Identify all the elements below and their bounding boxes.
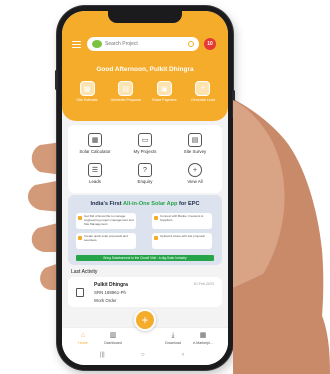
phone-volume-button	[55, 70, 58, 90]
grid-item-site-survey[interactable]: ▤ Site Survey	[172, 133, 218, 154]
greeting-text: Good Afternoon, Pulkit Dhingra	[96, 66, 194, 73]
search-input[interactable]	[105, 41, 185, 47]
header: 10 Good Afternoon, Pulkit Dhingra ▦ Site…	[62, 11, 228, 121]
quick-action-site-estimate[interactable]: ▦ Site Estimate	[70, 81, 104, 102]
nav-download[interactable]: ⤓ Download	[158, 332, 188, 345]
app-logo-icon	[92, 40, 102, 48]
banner-feature: Get Rid of Excel file to manage engineer…	[76, 213, 136, 229]
search-box[interactable]	[87, 37, 199, 51]
add-fab-button[interactable]: +	[134, 309, 156, 331]
folder-icon: ▭	[138, 133, 152, 147]
activity-date: 10-Feb-2023	[193, 282, 214, 286]
grid-item-my-projects[interactable]: ▭ My Projects	[122, 133, 168, 154]
estimate-icon: ▦	[79, 81, 95, 96]
banner-title: India's First All-in-One Solar App for E…	[90, 201, 200, 207]
back-icon[interactable]: ‹	[182, 352, 184, 358]
quick-action-raise-payment[interactable]: ▣ Raise Payment	[147, 81, 181, 102]
quick-action-generate-proposal[interactable]: ▤ Generate Proposal	[109, 81, 143, 102]
app-screen: 10 Good Afternoon, Pulkit Dhingra ▦ Site…	[62, 11, 228, 365]
payment-icon: ▣	[156, 81, 172, 96]
search-icon[interactable]	[188, 41, 194, 47]
dashboard-icon: ▥	[109, 332, 117, 339]
survey-icon: ▤	[188, 133, 202, 147]
activity-name: Pulkit Dhingra	[94, 282, 128, 288]
system-nav-bar: ||| ○ ‹	[62, 349, 228, 365]
leads-icon: ☰	[88, 163, 102, 177]
add-lead-icon: +	[195, 81, 211, 96]
last-activity-card[interactable]: Pulkit Dhingra SRN 198961-Ph Work Order …	[68, 277, 222, 307]
calculator-icon: ▦	[88, 133, 102, 147]
last-activity-title: Last Activity	[71, 269, 98, 275]
home-icon: ⌂	[80, 332, 86, 339]
grid-item-enquiry[interactable]: ? Enquiry	[122, 163, 168, 184]
banner-feature: Upload & share with site proposal	[152, 233, 212, 249]
quick-action-generate-lead[interactable]: + Generate Lead	[186, 81, 220, 102]
grid-item-solar-calculator[interactable]: ▦ Solar Calculator	[72, 133, 118, 154]
banner-strip: Bring Solarkonnect to the Cloud! Visit :…	[76, 255, 214, 261]
plus-icon: +	[188, 163, 202, 177]
grid-item-view-all[interactable]: + View All	[172, 163, 218, 184]
banner-feature: Create quick solar proposals and seamles…	[76, 233, 136, 249]
home-circle-icon[interactable]: ○	[141, 352, 145, 358]
feature-grid: ▦ Solar Calculator ▭ My Projects ▤ Site …	[68, 125, 222, 193]
activity-srn: SRN 198961-Ph	[94, 290, 126, 295]
nav-home[interactable]: ⌂ Home	[68, 332, 98, 345]
phone-notch	[108, 11, 182, 23]
download-icon: ⤓	[171, 332, 175, 339]
banner-feature: Connect with Banks, Investors & Supplier…	[152, 213, 212, 229]
menu-icon[interactable]	[72, 41, 81, 49]
activity-type: Work Order	[94, 298, 117, 303]
enquiry-icon: ?	[138, 163, 152, 177]
quick-actions: ▦ Site Estimate ▤ Generate Proposal ▣ Ra…	[70, 81, 220, 102]
recent-apps-icon[interactable]: |||	[100, 352, 105, 358]
nav-dashboard[interactable]: ▥ Dashboard	[98, 332, 128, 345]
nav-marketplace[interactable]: ▦ e-Marketpl...	[188, 332, 218, 345]
marketplace-icon: ▦	[199, 332, 207, 339]
grid-item-leads[interactable]: ☰ Leads	[72, 163, 118, 184]
notification-badge[interactable]: 10	[204, 38, 216, 50]
proposal-icon: ▤	[118, 81, 134, 96]
promo-banner[interactable]: India's First All-in-One Solar App for E…	[68, 195, 222, 265]
document-icon	[76, 288, 84, 297]
thumb-illustration	[233, 100, 330, 374]
